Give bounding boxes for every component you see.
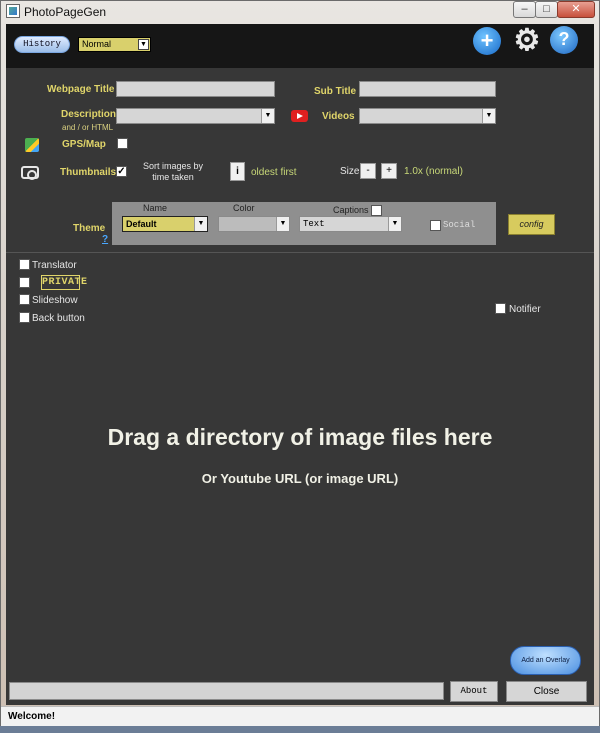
mode-select-value: Normal xyxy=(82,39,112,49)
captions-select[interactable]: Text ▼ xyxy=(299,216,402,232)
private-label: PRIVATE xyxy=(41,275,88,290)
back-button-label: Back button xyxy=(32,313,85,324)
captions-checkbox[interactable] xyxy=(371,205,382,216)
add-icon[interactable]: + xyxy=(473,27,501,55)
size-increase-button[interactable]: + xyxy=(381,163,397,179)
gps-map-label: GPS/Map xyxy=(62,139,106,150)
videos-select[interactable]: ▼ xyxy=(359,108,496,124)
translator-checkbox[interactable] xyxy=(19,259,30,270)
theme-color-select[interactable]: ▼ xyxy=(218,216,290,232)
size-decrease-button[interactable]: - xyxy=(360,163,376,179)
main-panel xyxy=(6,68,594,705)
gear-icon[interactable]: ⚙ xyxy=(512,26,542,56)
history-button[interactable]: History xyxy=(14,36,70,53)
chevron-down-icon: ▼ xyxy=(388,217,401,231)
window-title: PhotoPageGen xyxy=(24,5,107,19)
slideshow-label: Slideshow xyxy=(32,295,78,306)
add-overlay-button[interactable]: Add an Overlay xyxy=(510,646,581,675)
theme-name-label: Name xyxy=(143,203,168,213)
minimize-button[interactable]: – xyxy=(513,1,536,18)
divider xyxy=(6,252,594,253)
sub-title-label: Sub Title xyxy=(314,86,357,97)
chevron-down-icon: ▼ xyxy=(194,217,207,231)
back-button-checkbox[interactable] xyxy=(19,312,30,323)
close-button[interactable]: Close xyxy=(506,681,587,702)
camera-icon xyxy=(21,166,39,180)
chevron-down-icon: ▼ xyxy=(276,217,289,231)
theme-label: Theme xyxy=(73,223,106,234)
sort-images-label: Sort images by time taken xyxy=(142,161,204,182)
sort-order-button[interactable]: i xyxy=(230,162,245,181)
status-text: Welcome! xyxy=(8,711,56,722)
progress-bar xyxy=(9,682,444,700)
social-checkbox[interactable] xyxy=(430,220,441,231)
captions-label: Captions xyxy=(333,205,369,215)
theme-color-label: Color xyxy=(233,203,255,213)
map-icon xyxy=(25,138,39,152)
dropzone-subtitle: Or Youtube URL (or image URL) xyxy=(201,471,399,486)
description-hint: and / or HTML xyxy=(62,123,114,132)
chevron-down-icon: ▼ xyxy=(261,109,274,123)
webpage-title-input[interactable] xyxy=(116,81,275,97)
private-checkbox[interactable] xyxy=(19,277,30,288)
sub-title-input[interactable] xyxy=(359,81,496,97)
thumbnails-checkbox[interactable]: ✓ xyxy=(116,166,127,177)
help-icon[interactable]: ? xyxy=(550,26,578,54)
youtube-icon xyxy=(291,110,308,122)
chevron-down-icon: ▼ xyxy=(482,109,495,123)
app-icon xyxy=(6,4,20,18)
thumbnails-label: Thumbnails xyxy=(60,167,117,178)
theme-name-select[interactable]: Default ▼ xyxy=(122,216,208,232)
description-label: Description xyxy=(61,109,117,120)
gps-map-checkbox[interactable] xyxy=(117,138,128,149)
sort-order-value: oldest first xyxy=(251,167,297,178)
notifier-label: Notifier xyxy=(509,304,541,315)
chevron-down-icon: ▼ xyxy=(138,39,149,50)
taskbar xyxy=(0,726,600,733)
description-select[interactable]: ▼ xyxy=(116,108,275,124)
videos-label: Videos xyxy=(322,111,355,122)
about-button[interactable]: About xyxy=(450,681,498,702)
config-button[interactable]: config xyxy=(508,214,555,235)
theme-name-value: Default xyxy=(126,219,157,229)
social-label: Social xyxy=(443,220,476,230)
maximize-button[interactable]: □ xyxy=(535,1,558,18)
window-close-button[interactable]: ✕ xyxy=(557,1,595,18)
status-bar xyxy=(1,706,599,726)
translator-label: Translator xyxy=(32,260,77,271)
notifier-checkbox[interactable] xyxy=(495,303,506,314)
dropzone-title: Drag a directory of image files here xyxy=(107,424,493,450)
slideshow-checkbox[interactable] xyxy=(19,294,30,305)
size-label: Size xyxy=(340,166,360,177)
captions-value: Text xyxy=(303,219,325,229)
mode-select[interactable]: Normal ▼ xyxy=(78,37,151,52)
webpage-title-label: Webpage Title xyxy=(47,84,115,95)
theme-help-link[interactable]: ? xyxy=(102,234,108,245)
size-value: 1.0x (normal) xyxy=(404,166,463,177)
